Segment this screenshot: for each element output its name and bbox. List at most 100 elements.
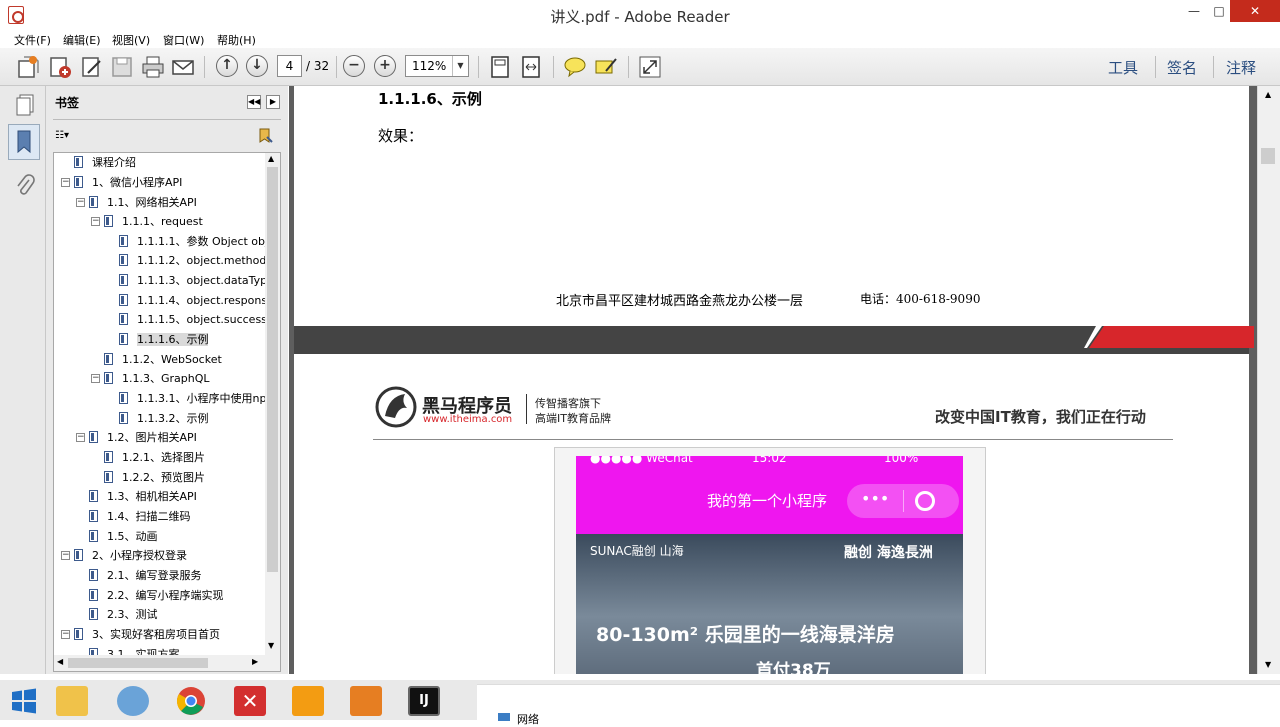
effect-label: 效果： xyxy=(378,127,424,145)
bookmark-item[interactable]: 1.1.3、GraphQL xyxy=(104,369,210,388)
xmind-icon[interactable]: ✕ xyxy=(234,686,266,716)
bookmark-icon xyxy=(104,471,113,483)
bookmark-item[interactable]: 1.2.2、预览图片 xyxy=(104,468,205,487)
bookmarks-panel: 书签 ◀◀ ▶ ☷▾ 课程介绍 − 1、微信小程序API − 1.1、网络相关A… xyxy=(46,86,288,674)
bookmark-item[interactable]: 1、微信小程序API xyxy=(74,173,182,192)
bookmark-vertical-scrollbar[interactable]: ▲ ▼ xyxy=(265,153,280,655)
open-file-icon[interactable] xyxy=(16,55,40,79)
menu-help[interactable]: 帮助(H) xyxy=(217,32,256,48)
menu-view[interactable]: 视图(V) xyxy=(112,32,150,48)
scroll-thumb[interactable] xyxy=(1261,148,1275,164)
close-miniapp-icon[interactable] xyxy=(915,491,935,511)
expand-bookmark-icon[interactable] xyxy=(258,128,274,146)
save-icon[interactable] xyxy=(110,55,134,79)
bookmark-item[interactable]: 1.1.1.4、object.responseT xyxy=(119,291,280,310)
bookmark-item[interactable]: 课程介绍 xyxy=(74,153,136,172)
bookmark-item[interactable]: 2.1、编写登录服务 xyxy=(89,566,202,585)
bookmark-item[interactable]: 1.2、图片相关API xyxy=(89,428,197,447)
highlight-icon[interactable] xyxy=(594,55,618,79)
document-view[interactable]: 1.1.1.6、示例 效果： 北京市昌平区建材城西路金燕龙办公楼一层 电话：40… xyxy=(289,86,1257,674)
edit-pdf-icon[interactable] xyxy=(80,55,104,79)
bookmark-item[interactable]: 2.2、编写小程序端实现 xyxy=(89,586,224,605)
page-thumbnails-icon[interactable] xyxy=(15,94,35,116)
scroll-up-icon[interactable]: ▲ xyxy=(1265,90,1271,99)
scroll-right-icon[interactable]: ▶ xyxy=(252,657,258,666)
banner-headline: 80-130m² 乐园里的一线海景洋房 xyxy=(596,624,895,646)
zoom-out-icon[interactable]: − xyxy=(343,55,365,77)
previous-page-icon[interactable]: ↑ xyxy=(216,55,238,77)
bookmark-item[interactable]: 1.3、相机相关API xyxy=(89,487,197,506)
scroll-thumb[interactable] xyxy=(68,658,208,668)
print-icon[interactable] xyxy=(141,55,165,79)
bookmark-item[interactable]: 1.5、动画 xyxy=(89,527,158,546)
chevron-down-icon[interactable]: ▼ xyxy=(452,56,468,76)
bookmarks-tab[interactable] xyxy=(8,124,40,160)
intellij-idea-icon[interactable]: IJ xyxy=(408,686,440,716)
collapse-panel-icon[interactable]: ◀◀ xyxy=(247,95,261,109)
bookmark-item[interactable]: 1.2.1、选择图片 xyxy=(104,448,205,467)
paint-app-icon[interactable] xyxy=(117,686,149,716)
page-total: / 32 xyxy=(306,59,330,73)
next-page-icon[interactable]: ↓ xyxy=(246,55,268,77)
bookmark-item[interactable]: 2、小程序授权登录 xyxy=(74,546,187,565)
close-button[interactable]: ✕ xyxy=(1230,0,1280,22)
zoom-select[interactable]: 112% ▼ xyxy=(405,55,469,77)
bookmark-item[interactable]: 1.1.1.5、object.success 回 xyxy=(119,310,280,329)
capsule-button[interactable]: ••• xyxy=(847,484,959,518)
bookmark-item[interactable]: 1.1.3.1、小程序中使用np xyxy=(119,389,266,408)
menu-window[interactable]: 窗口(W) xyxy=(163,32,204,48)
bookmark-item[interactable]: 1.4、扫描二维码 xyxy=(89,507,191,526)
sign-link[interactable]: 签名 xyxy=(1167,57,1197,78)
maximize-button[interactable]: □ xyxy=(1205,0,1233,22)
bookmark-item-selected[interactable]: 1.1.1.6、示例 xyxy=(119,330,209,349)
bookmark-icon xyxy=(89,608,98,620)
comment-link[interactable]: 注释 xyxy=(1226,57,1256,78)
bookmark-item[interactable]: 2.3、测试 xyxy=(89,605,158,624)
zoom-in-icon[interactable]: + xyxy=(374,55,396,77)
page-number-input[interactable]: 4 xyxy=(277,55,302,77)
windows-start-icon[interactable] xyxy=(11,688,37,714)
bookmark-icon xyxy=(89,569,98,581)
scroll-down-icon[interactable]: ▼ xyxy=(268,641,274,650)
menu-file[interactable]: 文件(F) xyxy=(14,32,51,48)
collapse-icon[interactable]: − xyxy=(76,433,85,442)
options-menu-icon[interactable]: ☷▾ xyxy=(55,130,79,144)
bookmark-horizontal-scrollbar[interactable]: ◀ ▶ xyxy=(54,655,280,671)
fit-width-icon[interactable] xyxy=(519,55,543,79)
fit-page-icon[interactable] xyxy=(488,55,512,79)
bookmark-item[interactable]: 3、实现好客租房项目首页 xyxy=(74,625,220,644)
sublime-text-icon[interactable] xyxy=(350,686,382,716)
menu-edit[interactable]: 编辑(E) xyxy=(63,32,101,48)
bookmark-item[interactable]: 1.1.1、request xyxy=(104,212,203,231)
collapse-icon[interactable]: − xyxy=(91,374,100,383)
scroll-thumb[interactable] xyxy=(267,167,278,572)
collapse-icon[interactable]: − xyxy=(76,198,85,207)
collapse-icon[interactable]: − xyxy=(61,178,70,187)
scroll-left-icon[interactable]: ◀ xyxy=(57,657,63,666)
bookmark-item[interactable]: 1.1.2、WebSocket xyxy=(104,350,222,369)
attachments-icon[interactable] xyxy=(15,174,35,198)
document-vertical-scrollbar[interactable]: ▲ ▼ xyxy=(1257,86,1280,674)
bookmark-item[interactable]: 1.1、网络相关API xyxy=(89,193,197,212)
scroll-up-icon[interactable]: ▲ xyxy=(268,154,274,163)
create-pdf-icon[interactable] xyxy=(48,55,72,79)
banner-image[interactable]: SUNAC融创 山海 融创 海逸長洲 80-130m² 乐园里的一线海景洋房 首… xyxy=(576,534,963,674)
collapse-icon[interactable]: − xyxy=(61,630,70,639)
email-icon[interactable] xyxy=(171,55,195,79)
minimize-button[interactable]: — xyxy=(1180,0,1208,22)
bookmark-item[interactable]: 1.1.3.2、示例 xyxy=(119,409,208,428)
expand-panel-icon[interactable]: ▶ xyxy=(266,95,280,109)
more-icon[interactable]: ••• xyxy=(861,489,889,508)
tools-link[interactable]: 工具 xyxy=(1108,57,1138,78)
chrome-icon[interactable] xyxy=(176,686,206,716)
comment-icon[interactable] xyxy=(563,55,587,79)
bookmark-item[interactable]: 1.1.1.2、object.method 的 xyxy=(119,251,280,270)
collapse-icon[interactable]: − xyxy=(91,217,100,226)
file-explorer-icon[interactable] xyxy=(56,686,88,716)
writer-app-icon[interactable] xyxy=(292,686,324,716)
fullscreen-icon[interactable] xyxy=(638,55,662,79)
bookmark-item[interactable]: 1.1.1.3、object.dataType I xyxy=(119,271,280,290)
scroll-down-icon[interactable]: ▼ xyxy=(1265,660,1271,669)
collapse-icon[interactable]: − xyxy=(61,551,70,560)
bookmark-item[interactable]: 1.1.1.1、参数 Object obje xyxy=(119,232,275,251)
